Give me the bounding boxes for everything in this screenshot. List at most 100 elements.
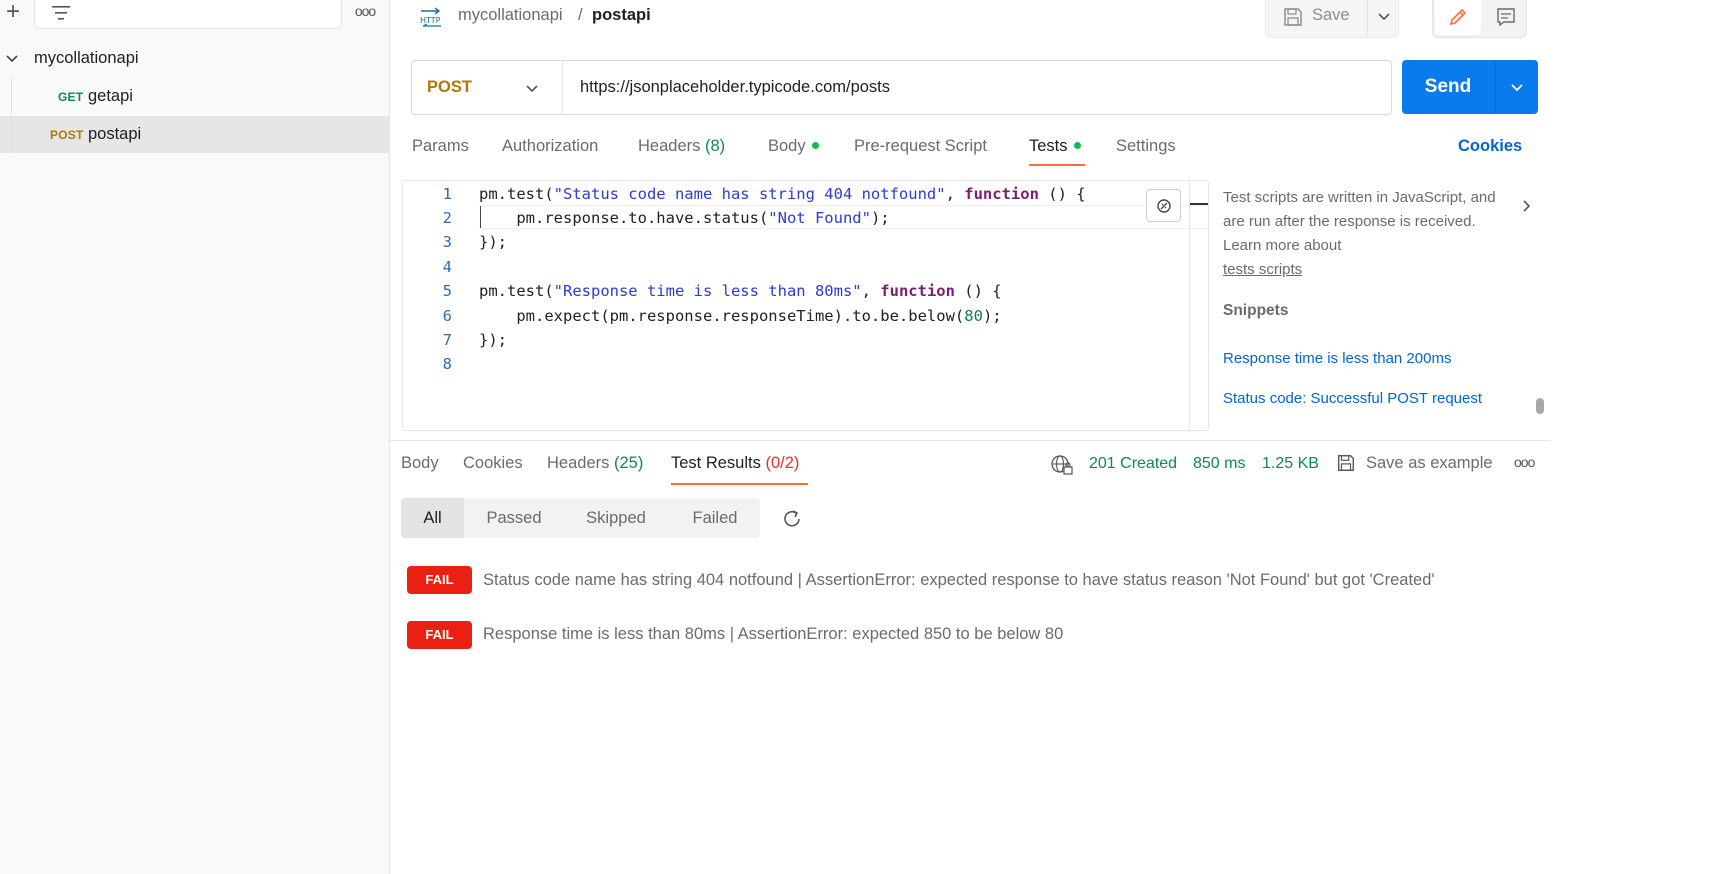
status-dot — [1073, 142, 1081, 149]
request-item-getapi[interactable]: GET getapi — [0, 78, 389, 115]
tree-guide — [11, 116, 12, 153]
url-bar: POST https://jsonplaceholder.typicode.co… — [411, 60, 1392, 115]
snippet-link[interactable]: Response time is less than 200ms — [1223, 350, 1451, 367]
line-number: 5 — [442, 282, 452, 300]
method-value: POST — [427, 78, 472, 96]
mode-toggle — [1432, 0, 1527, 38]
request-item-postapi[interactable]: POST postapi — [0, 116, 389, 153]
save-group: Save — [1265, 0, 1399, 38]
request-name: getapi — [88, 87, 133, 105]
chevron-right-icon[interactable] — [1518, 198, 1534, 214]
breadcrumb-request[interactable]: postapi — [592, 6, 651, 25]
tab-prerequest[interactable]: Pre-request Script — [854, 137, 987, 156]
method-badge: GET — [58, 90, 84, 104]
response-time[interactable]: 850 ms — [1193, 455, 1245, 473]
response-tab-body[interactable]: Body — [401, 454, 439, 473]
send-options-button[interactable] — [1496, 60, 1538, 114]
filter-passed[interactable]: Passed — [469, 498, 559, 538]
response-tab-test-results[interactable]: Test Results (0/2) — [671, 454, 799, 473]
response-headers-label: Headers — [547, 454, 610, 472]
response-divider — [390, 440, 1550, 441]
save-options-button[interactable] — [1367, 0, 1399, 37]
edit-mode-button[interactable] — [1435, 0, 1481, 35]
ai-assist-button[interactable] — [1146, 189, 1181, 222]
test-results-count: (0/2) — [765, 454, 800, 472]
code-token: () { — [1038, 185, 1086, 203]
fail-badge: FAIL — [407, 566, 472, 594]
url-input[interactable]: https://jsonplaceholder.typicode.com/pos… — [580, 78, 890, 97]
breadcrumb-separator: / — [578, 6, 583, 24]
line-number: 8 — [442, 355, 452, 373]
pencil-icon — [1449, 8, 1467, 26]
filter-icon — [52, 6, 70, 20]
chevron-down-icon — [1511, 84, 1523, 92]
http-icon: HTTP — [420, 7, 441, 27]
save-button[interactable]: Save — [1266, 0, 1367, 37]
breadcrumb-collection[interactable]: mycollationapi — [458, 6, 563, 25]
active-tab-indicator — [671, 483, 808, 485]
comments-button[interactable] — [1487, 0, 1525, 35]
test-filter-group: All Passed Skipped Failed — [401, 498, 760, 538]
globe-lock-icon[interactable] — [1050, 454, 1074, 476]
method-select[interactable]: POST — [412, 61, 563, 114]
collection-item[interactable]: mycollationapi — [0, 44, 389, 74]
new-plus-icon[interactable]: + — [2, 0, 24, 26]
chevron-down-icon — [526, 85, 538, 93]
sparkle-icon — [1157, 199, 1171, 213]
cookies-link[interactable]: Cookies — [1458, 137, 1522, 156]
response-size[interactable]: 1.25 KB — [1262, 455, 1319, 473]
code-keyword: function — [964, 185, 1039, 203]
code-token: pm.response.to.have.status( — [479, 209, 769, 227]
save-label: Save — [1312, 6, 1350, 24]
save-as-example-button[interactable]: Save as example — [1336, 453, 1493, 478]
send-button[interactable]: Send — [1402, 60, 1494, 114]
tab-tests[interactable]: Tests — [1029, 137, 1081, 156]
code-line: pm.response.to.have.status("Not Found"); — [479, 209, 889, 227]
chevron-down-icon[interactable] — [5, 52, 19, 66]
test-result-text: Response time is less than 80ms | Assert… — [483, 625, 1064, 643]
code-number: 80 — [964, 307, 983, 325]
save-icon — [1284, 8, 1302, 26]
code-line: pm.expect(pm.response.responseTime).to.b… — [479, 307, 1001, 325]
chevron-down-icon — [1378, 13, 1390, 21]
editor-scroll-indicator[interactable] — [1190, 203, 1208, 205]
fail-badge: FAIL — [407, 621, 472, 649]
response-headers-count: (25) — [613, 454, 644, 472]
filter-all[interactable]: All — [401, 498, 464, 538]
refresh-icon[interactable] — [780, 507, 804, 531]
filter-input[interactable] — [34, 0, 342, 29]
snippet-link[interactable]: Status code: Successful POST request — [1223, 390, 1482, 407]
line-number: 2 — [442, 209, 452, 227]
save-as-example-label: Save as example — [1366, 454, 1493, 472]
tab-headers[interactable]: Headers (8) — [638, 137, 725, 156]
editor-content: 1 2 3 4 5 6 7 8 pm.test("Status code nam… — [402, 180, 1209, 431]
line-number: 1 — [442, 185, 452, 203]
response-tab-cookies[interactable]: Cookies — [463, 454, 523, 473]
tab-body[interactable]: Body — [768, 137, 819, 156]
snippets-title: Snippets — [1223, 302, 1289, 319]
help-description: Test scripts are written in JavaScript, … — [1223, 189, 1496, 254]
more-options-icon[interactable]: ooo — [1514, 454, 1535, 470]
code-line: }); — [479, 233, 507, 251]
response-tab-headers[interactable]: Headers (25) — [547, 454, 643, 473]
sidebar-toolbar: + ooo — [0, 0, 390, 30]
code-token: , — [861, 282, 881, 300]
more-options-icon[interactable]: ooo — [352, 3, 378, 19]
tab-authorization[interactable]: Authorization — [502, 137, 598, 156]
status-code[interactable]: 201 Created — [1089, 455, 1177, 473]
test-result-text: Status code name has string 404 notfound… — [483, 571, 1435, 589]
tab-settings[interactable]: Settings — [1116, 137, 1176, 156]
tests-scripts-link[interactable]: tests scripts — [1223, 261, 1302, 278]
filter-failed[interactable]: Failed — [673, 498, 757, 538]
tab-tests-label: Tests — [1029, 137, 1068, 155]
tab-params[interactable]: Params — [412, 137, 469, 156]
code-string: "Response time is less than 80ms" — [553, 282, 862, 300]
scrollbar-thumb[interactable] — [1536, 398, 1544, 414]
tree-guide — [11, 78, 12, 115]
filter-skipped[interactable]: Skipped — [564, 498, 668, 538]
active-tab-indicator — [1029, 164, 1085, 166]
code-token: () { — [954, 282, 1002, 300]
svg-text:HTTP: HTTP — [420, 16, 441, 25]
editor-divider — [1189, 180, 1190, 431]
request-name: postapi — [88, 125, 142, 143]
